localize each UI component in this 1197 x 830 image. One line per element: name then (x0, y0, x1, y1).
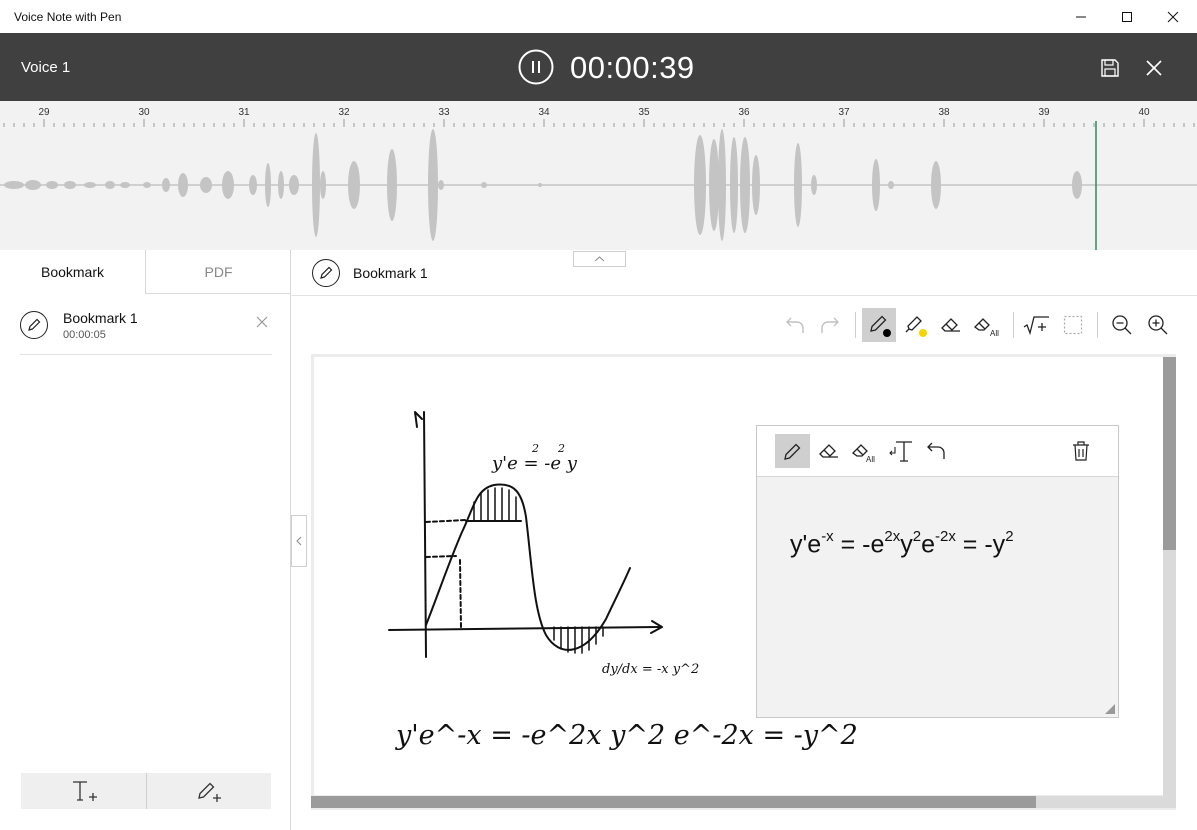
redo-button[interactable] (813, 308, 847, 342)
highlighter-tool-button[interactable] (898, 308, 932, 342)
pen-icon (870, 315, 891, 337)
insert-text-icon (888, 441, 912, 462)
recognized-equation: y'e-x = -e2xy2e-2x = -y2 (790, 528, 1014, 559)
close-window-button[interactable] (1150, 0, 1196, 33)
horizontal-scroll-thumb[interactable] (311, 796, 1036, 808)
math-icon (1023, 316, 1049, 336)
svg-text:All: All (990, 329, 999, 338)
recog-undo-button[interactable] (919, 434, 954, 468)
svg-text:y'e = -e y: y'e = -e y (491, 453, 578, 474)
eraser-tool-button[interactable] (934, 308, 968, 342)
math-recognition-panel: All y'e-x = -e2xy2e-2x = -y2 (756, 425, 1119, 718)
recog-erase-all-button[interactable]: All (847, 434, 882, 468)
recog-eraser-button[interactable] (811, 434, 846, 468)
zoom-in-button[interactable] (1141, 308, 1175, 342)
voice-name: Voice 1 (21, 59, 71, 76)
bookmark-time: 00:00:05 (63, 329, 106, 341)
recognition-toolbar: All (757, 426, 1118, 477)
undo-icon (926, 442, 945, 459)
app-title: Voice Note with Pen (14, 10, 122, 24)
selection-tool-button[interactable] (1056, 308, 1090, 342)
close-icon (256, 316, 268, 328)
zoom-in-icon (1148, 315, 1168, 335)
bookmark-header-title: Bookmark 1 (353, 265, 428, 281)
toolbar-separator (1097, 312, 1098, 338)
pen-icon (20, 311, 48, 339)
svg-text:All: All (866, 455, 875, 464)
insert-text-button[interactable] (883, 434, 918, 468)
svg-text:2: 2 (531, 442, 539, 455)
bookmark-panel: Bookmark PDF Bookmark 1 00:00:05 (0, 250, 291, 830)
close-icon (1146, 60, 1162, 76)
recog-pen-button[interactable] (775, 434, 810, 468)
toolbar-separator (855, 312, 856, 338)
maximize-button[interactable] (1104, 0, 1150, 33)
toolbar-separator (1013, 312, 1014, 338)
vertical-scroll-thumb[interactable] (1163, 357, 1176, 550)
pen-icon (312, 259, 340, 287)
bookmark-actions (21, 773, 271, 809)
pen-tool-button[interactable] (862, 308, 896, 342)
erase-all-icon: All (974, 318, 999, 338)
erase-all-icon: All (851, 444, 875, 464)
recording-timer: 00:00:39 (570, 50, 695, 85)
recorder-header: Voice 1 00:00:39 (0, 33, 1197, 101)
handwritten-equation: y'e^-x = -e^2x y^2 e^-2x = -y^2 (395, 720, 858, 751)
minimize-icon (1076, 16, 1086, 17)
collapse-panel-button[interactable] (291, 515, 307, 567)
save-button[interactable] (1097, 55, 1123, 81)
math-input-button[interactable] (1019, 308, 1053, 342)
save-icon (1101, 59, 1119, 77)
tab-bookmark[interactable]: Bookmark (0, 250, 146, 294)
zoom-out-button[interactable] (1105, 308, 1139, 342)
add-ink-icon (197, 782, 221, 802)
eraser-icon (818, 444, 838, 458)
delete-icon (1072, 441, 1089, 461)
svg-text:dy/dx = -x y^2: dy/dx = -x y^2 (602, 662, 699, 677)
maximize-icon (1122, 11, 1132, 22)
bookmark-list-item[interactable]: Bookmark 1 00:00:05 (20, 308, 272, 355)
selection-icon (1063, 315, 1083, 335)
erase-all-button[interactable]: All (970, 308, 1004, 342)
highlighter-icon (905, 316, 927, 337)
undo-icon (786, 317, 804, 333)
delete-button[interactable] (1063, 434, 1098, 468)
pen-icon (783, 443, 800, 460)
eraser-icon (941, 318, 960, 332)
ink-canvas[interactable]: y'e = -e y 2 2 dy/dx = -x y^2 y'e^-x = -… (314, 357, 1163, 795)
remove-bookmark-button[interactable] (256, 316, 268, 328)
bookmark-header: Bookmark 1 (292, 250, 1197, 296)
minimize-button[interactable] (1058, 0, 1104, 33)
add-ink-bookmark-button[interactable] (146, 773, 271, 809)
waveform-timeline[interactable]: 29 30 31 32 33 34 35 36 37 38 39 40 (0, 101, 1197, 250)
chevron-left-icon (296, 536, 302, 546)
pause-button[interactable] (518, 49, 554, 85)
svg-text:2: 2 (557, 442, 565, 455)
close-icon (1167, 11, 1179, 22)
bookmark-title: Bookmark 1 (63, 310, 138, 326)
undo-button[interactable] (778, 308, 812, 342)
title-bar: Voice Note with Pen (0, 0, 1197, 33)
close-recording-button[interactable] (1141, 55, 1167, 81)
redo-icon (821, 317, 839, 333)
resize-grip-icon[interactable] (1104, 703, 1116, 715)
tab-pdf[interactable]: PDF (146, 250, 291, 294)
add-text-icon (72, 781, 97, 801)
zoom-out-icon (1112, 315, 1132, 335)
waveform-graph (0, 119, 1197, 250)
add-text-bookmark-button[interactable] (21, 773, 147, 809)
pause-icon (518, 49, 554, 85)
